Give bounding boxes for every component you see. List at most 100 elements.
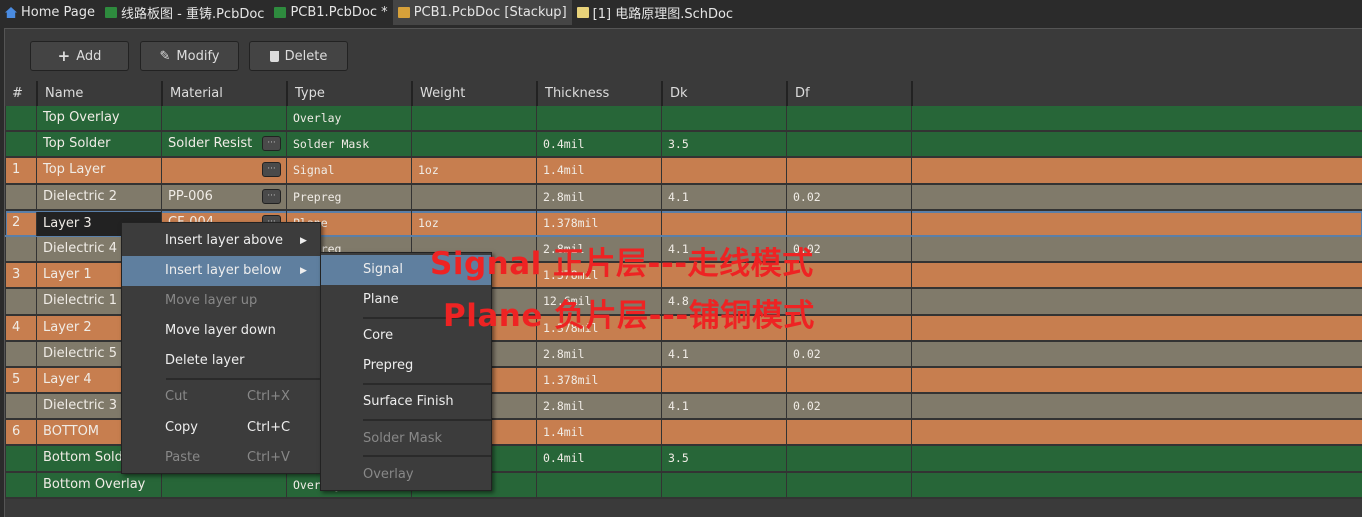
cell-thickness[interactable]: 0.4mil [536, 446, 661, 471]
cell-type[interactable]: Overlay [286, 106, 411, 131]
cell-weight[interactable]: 1oz [411, 158, 536, 183]
cell-name[interactable]: Dielectric 2 [36, 184, 161, 209]
cell-dk[interactable]: 4.1 [661, 394, 786, 419]
column-header-name[interactable]: Name [36, 81, 161, 106]
cell-name[interactable]: Top Overlay [36, 106, 161, 131]
cell-df[interactable] [786, 158, 911, 183]
cell-df[interactable] [786, 367, 911, 393]
cell-material[interactable]: ··· [161, 158, 286, 183]
table-row[interactable]: 1 Top Layer ··· Signal 1oz 1.4mil [5, 158, 1362, 185]
tab-3[interactable]: PCB1.PcbDoc [Stackup] [392, 0, 572, 25]
cell-type[interactable]: Signal [286, 158, 411, 183]
table-row[interactable]: Top Overlay Overlay [5, 106, 1362, 133]
cell-df[interactable]: 0.02 [786, 394, 911, 419]
cell-thickness[interactable] [536, 472, 661, 497]
cell-thickness[interactable]: 1.4mil [536, 158, 661, 183]
cell-dk[interactable]: 4.1 [661, 341, 786, 366]
menu-item-move-layer-down[interactable]: Move layer down [122, 316, 320, 346]
cell-num[interactable]: 2 [5, 210, 36, 235]
cell-num[interactable]: 1 [5, 158, 36, 183]
cell-df[interactable]: 0.02 [786, 341, 911, 366]
column-header-dk[interactable]: Dk [661, 81, 786, 106]
cell-num[interactable]: 3 [5, 263, 36, 288]
cell-num[interactable]: 4 [5, 315, 36, 340]
cell-num[interactable] [5, 446, 36, 471]
column-header-material[interactable]: Material [161, 81, 286, 106]
cell-dk[interactable]: 3.5 [661, 446, 786, 471]
cell-thickness[interactable]: 1.4mil [536, 420, 661, 445]
cell-num[interactable]: 6 [5, 420, 36, 445]
cell-weight[interactable]: 1oz [411, 210, 536, 235]
menu-item-cut[interactable]: Cut Ctrl+X [122, 382, 320, 412]
cell-material[interactable] [161, 106, 286, 131]
menu-item-insert-layer-above[interactable]: Insert layer above ▶ [122, 226, 320, 256]
table-row[interactable]: Bottom Overlay Overlay [5, 472, 1362, 499]
menu-item-delete-layer[interactable]: Delete layer [122, 346, 320, 376]
cell-df[interactable] [786, 446, 911, 471]
add-button[interactable]: + Add [30, 41, 129, 71]
cell-num[interactable]: 5 [5, 367, 36, 393]
cell-num[interactable] [5, 472, 36, 497]
tab-2[interactable]: PCB1.PcbDoc * [269, 0, 392, 25]
column-header-weight[interactable]: Weight [411, 81, 536, 106]
cell-thickness[interactable]: 2.8mil [536, 394, 661, 419]
cell-num[interactable] [5, 236, 36, 262]
cell-dk[interactable] [661, 106, 786, 131]
column-header-df[interactable]: Df [786, 81, 911, 106]
ellipsis-button[interactable]: ··· [262, 136, 281, 152]
cell-thickness[interactable]: 1.378mil [536, 367, 661, 393]
modify-button[interactable]: ✎ Modify [140, 41, 239, 71]
cell-num[interactable] [5, 341, 36, 366]
tab-0[interactable]: Home Page [0, 0, 100, 25]
cell-type[interactable]: Prepreg [286, 184, 411, 209]
column-header-type[interactable]: Type [286, 81, 411, 106]
cell-df[interactable] [786, 132, 911, 157]
cell-weight[interactable] [411, 132, 536, 157]
column-header-thickness[interactable]: Thickness [536, 81, 661, 106]
submenu-item-prepreg[interactable]: Prepreg [321, 351, 491, 381]
table-row[interactable]: Dielectric 2 PP-006 ··· Prepreg 2.8mil 4.1 0.0… [5, 184, 1362, 211]
cell-type[interactable]: Solder Mask [286, 132, 411, 157]
cell-num[interactable] [5, 289, 36, 314]
cell-dk[interactable] [661, 472, 786, 497]
cell-dk[interactable] [661, 158, 786, 183]
ellipsis-button[interactable]: ··· [262, 162, 281, 178]
cell-name[interactable]: Bottom Overlay [36, 472, 161, 497]
column-header-number[interactable]: # [5, 81, 36, 106]
cell-dk[interactable] [661, 420, 786, 445]
cell-thickness[interactable]: 2.8mil [536, 184, 661, 209]
submenu-item-overlay[interactable]: Overlay [321, 460, 491, 490]
cell-dk[interactable]: 3.5 [661, 132, 786, 157]
menu-item-paste[interactable]: Paste Ctrl+V [122, 443, 320, 473]
cell-name[interactable]: Top Solder [36, 132, 161, 157]
menu-item-insert-layer-below[interactable]: Insert layer below ▶ [122, 256, 320, 286]
cell-thickness[interactable]: 1.378mil [536, 210, 661, 235]
cell-dk[interactable] [661, 367, 786, 393]
cell-weight[interactable] [411, 184, 536, 209]
cell-material[interactable]: PP-006 ··· [161, 184, 286, 209]
tab-1[interactable]: 线路板图 - 重铸.PcbDoc [100, 0, 269, 25]
ellipsis-button[interactable]: ··· [262, 188, 281, 204]
cell-num[interactable] [5, 132, 36, 157]
cell-material[interactable] [161, 472, 286, 497]
table-row[interactable]: Top Solder Solder Resist ··· Solder Mask 0.4… [5, 132, 1362, 159]
delete-button[interactable]: Delete [249, 41, 348, 71]
cell-dk[interactable] [661, 210, 786, 235]
cell-name[interactable]: Top Layer [36, 158, 161, 183]
cell-df[interactable] [786, 420, 911, 445]
cell-weight[interactable] [411, 106, 536, 131]
submenu-item-surface-finish[interactable]: Surface Finish [321, 387, 491, 417]
cell-df[interactable] [786, 472, 911, 497]
cell-dk[interactable]: 4.1 [661, 184, 786, 209]
submenu-item-solder-mask[interactable]: Solder Mask [321, 424, 491, 454]
cell-df[interactable] [786, 106, 911, 131]
cell-thickness[interactable]: 2.8mil [536, 341, 661, 366]
cell-df[interactable]: 0.02 [786, 184, 911, 209]
menu-item-move-layer-up[interactable]: Move layer up [122, 286, 320, 316]
cell-thickness[interactable] [536, 106, 661, 131]
cell-df[interactable] [786, 210, 911, 235]
menu-item-copy[interactable]: Copy Ctrl+C [122, 413, 320, 443]
cell-num[interactable] [5, 106, 36, 131]
cell-material[interactable]: Solder Resist ··· [161, 132, 286, 157]
cell-num[interactable] [5, 184, 36, 209]
